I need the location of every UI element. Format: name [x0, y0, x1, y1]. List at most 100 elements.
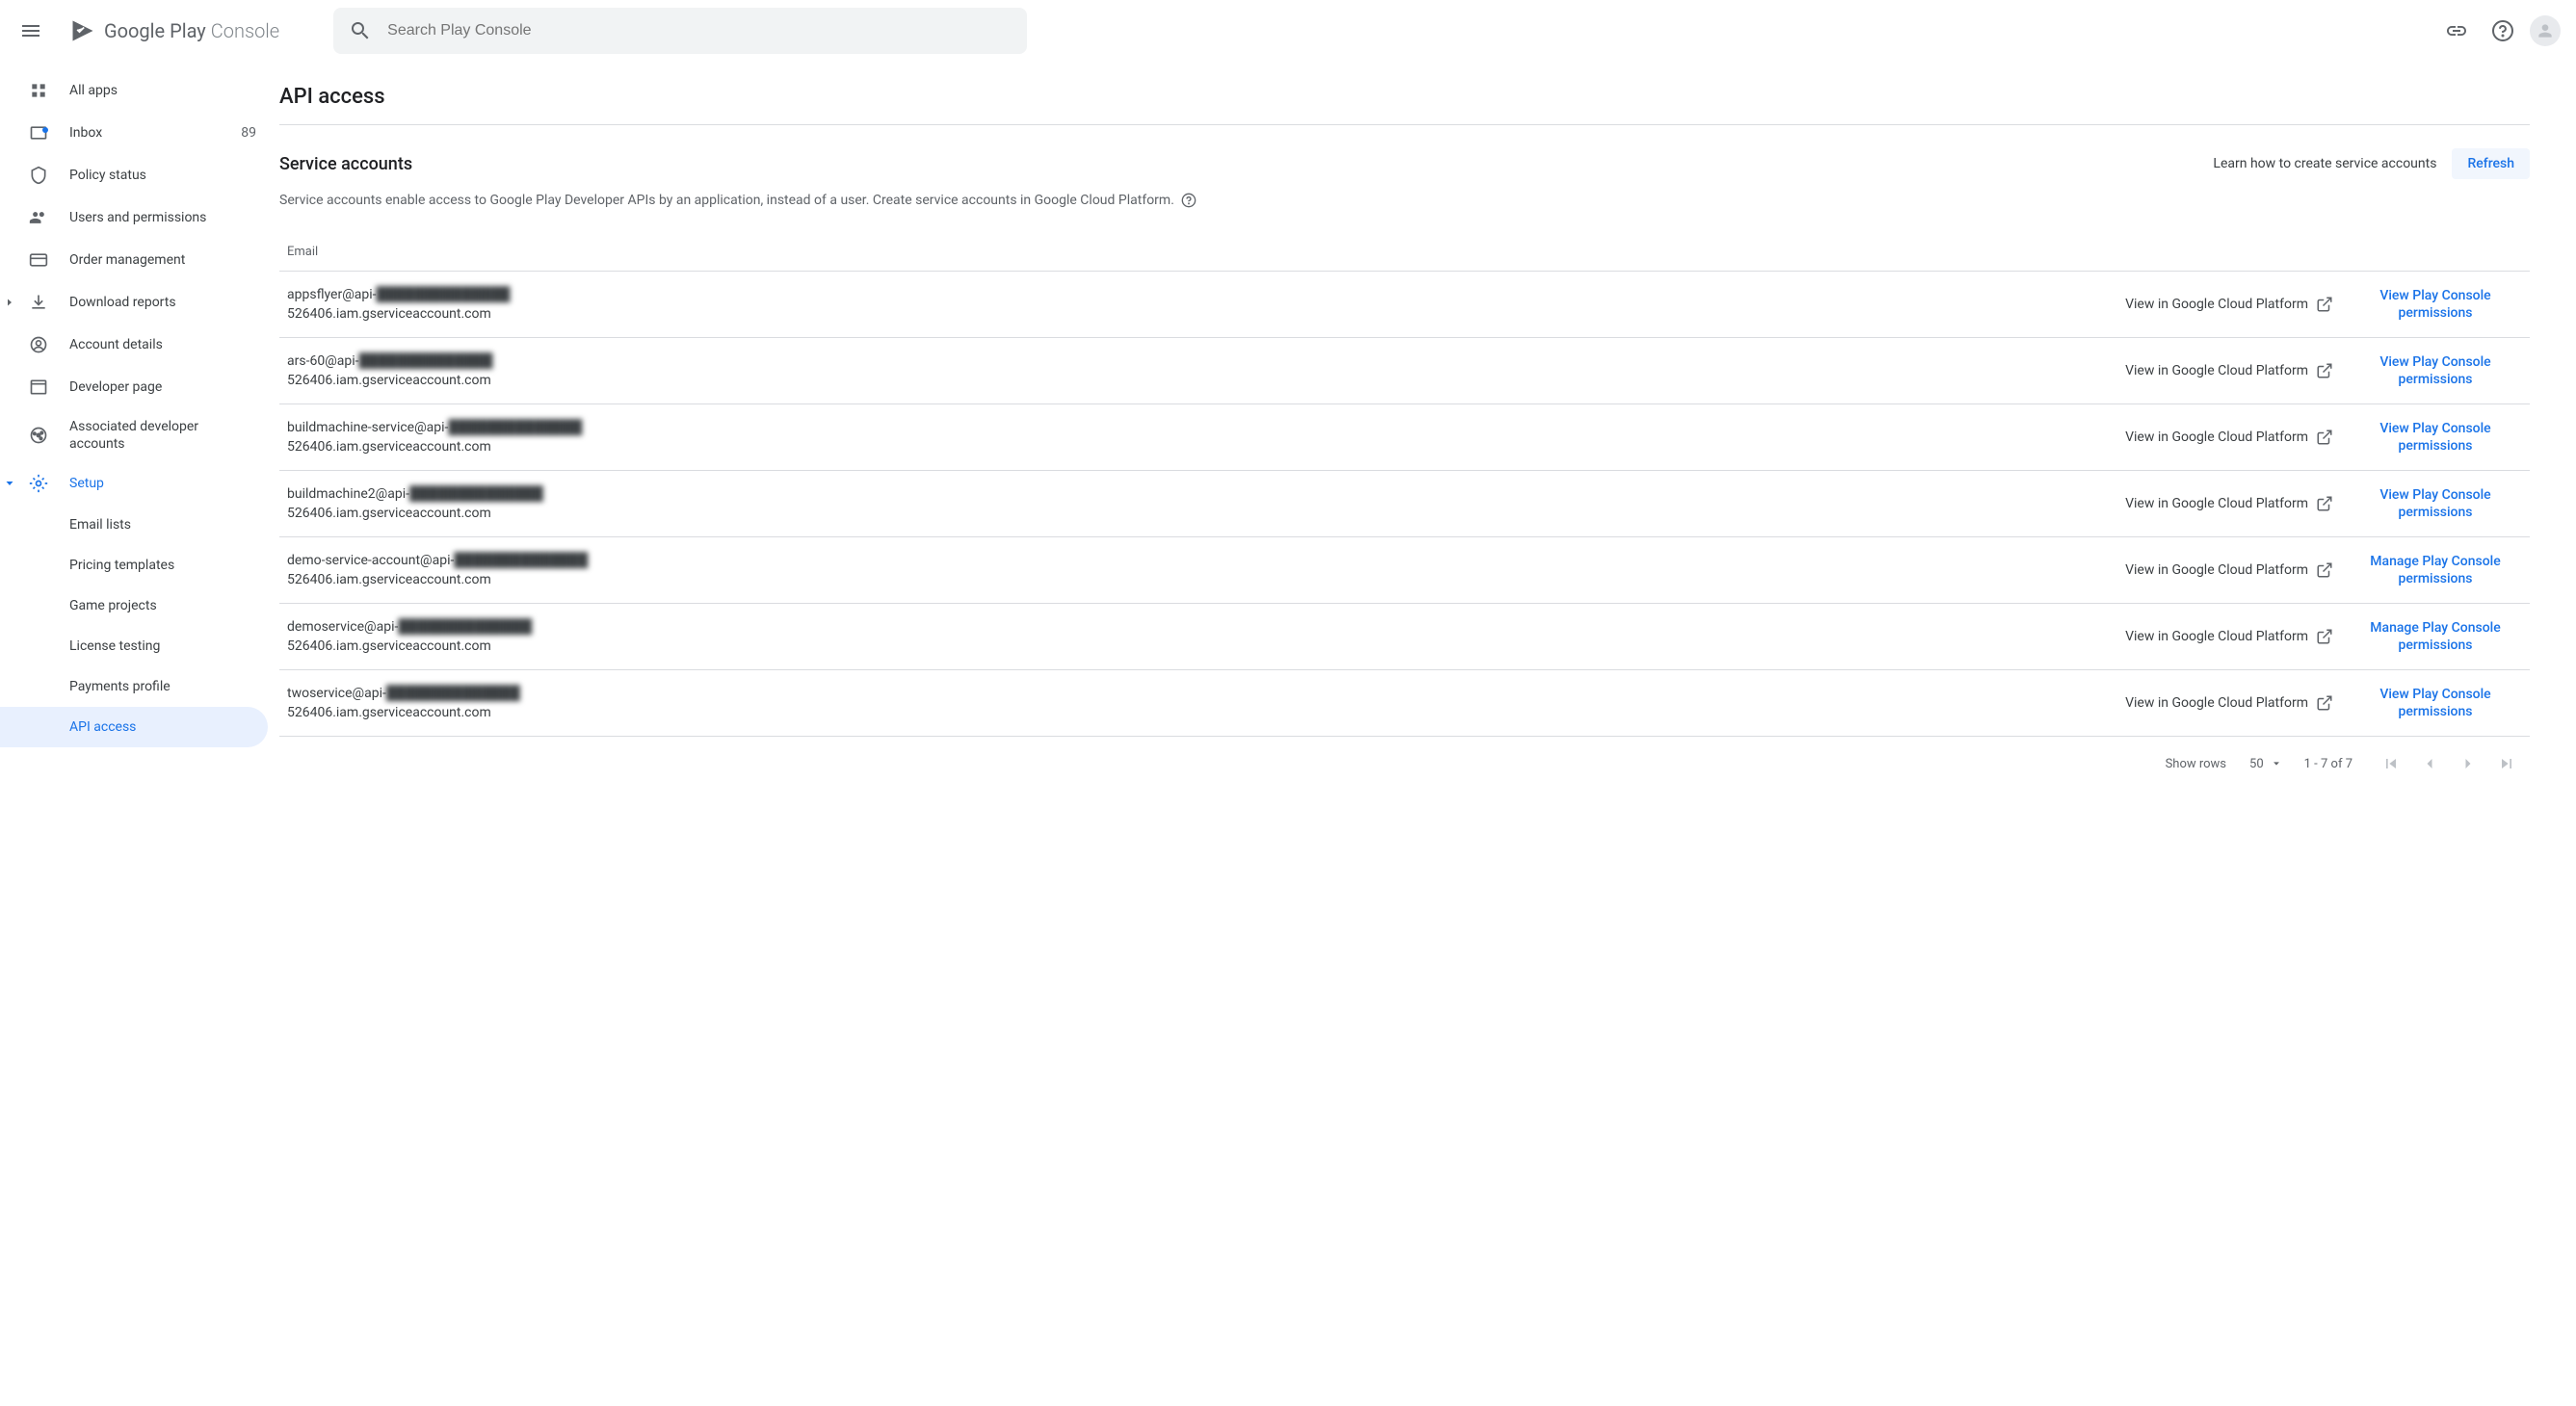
gear-icon — [27, 472, 50, 495]
grid-icon — [27, 79, 50, 102]
page-title: API access — [279, 85, 2530, 125]
sidebar-label: License testing — [69, 638, 160, 654]
table-header-email: Email — [279, 233, 2530, 272]
hamburger-icon — [19, 19, 42, 42]
sidebar-label: Inbox — [69, 125, 222, 141]
dropdown-icon — [2272, 759, 2281, 768]
sidebar-label: Account details — [69, 337, 256, 352]
sidebar-label: API access — [69, 719, 136, 735]
permissions-link[interactable]: View Play Console permissions — [2349, 287, 2522, 322]
table-row: appsflyer@api-██████████████ 526406.iam.… — [279, 272, 2530, 338]
inbox-icon — [27, 121, 50, 144]
view-gcp-link[interactable]: View in Google Cloud Platform — [2125, 628, 2333, 645]
sidebar-label: Policy status — [69, 168, 256, 183]
search-icon — [349, 19, 372, 42]
open-external-icon — [2316, 694, 2333, 712]
permissions-link[interactable]: Manage Play Console permissions — [2349, 553, 2522, 587]
chevron-right-icon — [2458, 754, 2478, 773]
learn-link[interactable]: Learn how to create service accounts — [2213, 156, 2436, 171]
view-gcp-link[interactable]: View in Google Cloud Platform — [2125, 561, 2333, 579]
play-console-icon — [69, 17, 96, 44]
logo-text: Google Play Console — [104, 19, 279, 42]
last-page-button[interactable] — [2491, 748, 2522, 779]
avatar[interactable] — [2530, 15, 2561, 46]
shield-icon — [27, 164, 50, 187]
sidebar-label: Users and permissions — [69, 210, 256, 225]
sidebar-item-users[interactable]: Users and permissions — [0, 196, 268, 239]
view-gcp-link[interactable]: View in Google Cloud Platform — [2125, 296, 2333, 313]
email-cell: twoservice@api-██████████████ 526406.iam… — [287, 684, 2110, 722]
main-content: API access Service accounts Learn how to… — [279, 62, 2576, 1406]
view-gcp-link[interactable]: View in Google Cloud Platform — [2125, 694, 2333, 712]
email-cell: demo-service-account@api-██████████████ … — [287, 551, 2110, 589]
card-icon — [27, 248, 50, 272]
table-row: demo-service-account@api-██████████████ … — [279, 537, 2530, 604]
sidebar-sub-email-lists[interactable]: Email lists — [0, 505, 268, 545]
search-input[interactable] — [387, 22, 1012, 39]
sidebar-sub-api-access[interactable]: API access — [0, 707, 268, 747]
header: Google Play Console — [0, 0, 2576, 62]
account-icon — [27, 333, 50, 356]
link-button[interactable] — [2437, 12, 2476, 50]
rows-per-page-select[interactable]: 50 — [2249, 757, 2281, 771]
person-icon — [2536, 21, 2555, 40]
network-icon — [27, 424, 50, 447]
sidebar-label: Developer page — [69, 379, 256, 395]
table-row: ars-60@api-██████████████ 526406.iam.gse… — [279, 338, 2530, 404]
permissions-link[interactable]: View Play Console permissions — [2349, 420, 2522, 455]
menu-button[interactable] — [8, 8, 54, 54]
help-tooltip-icon[interactable] — [1181, 193, 1196, 208]
permissions-link[interactable]: Manage Play Console permissions — [2349, 619, 2522, 654]
sidebar-label: Payments profile — [69, 679, 171, 694]
sidebar-item-associated[interactable]: Associated developer accounts — [0, 408, 268, 462]
email-cell: ars-60@api-██████████████ 526406.iam.gse… — [287, 352, 2110, 390]
sidebar-label: Associated developer accounts — [69, 418, 256, 453]
sidebar-label: Order management — [69, 252, 256, 268]
sidebar: All apps Inbox 89 Policy status Users an… — [0, 62, 279, 1406]
sidebar-sub-game-projects[interactable]: Game projects — [0, 586, 268, 626]
email-cell: buildmachine2@api-██████████████ 526406.… — [287, 484, 2110, 523]
table-row: demoservice@api-██████████████ 526406.ia… — [279, 604, 2530, 670]
email-cell: buildmachine-service@api-██████████████ … — [287, 418, 2110, 456]
open-external-icon — [2316, 628, 2333, 645]
view-gcp-link[interactable]: View in Google Cloud Platform — [2125, 362, 2333, 379]
download-icon — [27, 291, 50, 314]
sidebar-item-setup[interactable]: Setup — [0, 462, 268, 505]
link-icon — [2445, 19, 2468, 42]
first-page-button[interactable] — [2376, 748, 2406, 779]
refresh-button[interactable]: Refresh — [2452, 148, 2530, 179]
sidebar-item-inbox[interactable]: Inbox 89 — [0, 112, 268, 154]
search-box[interactable] — [333, 8, 1027, 54]
prev-page-button[interactable] — [2414, 748, 2445, 779]
sidebar-sub-pricing[interactable]: Pricing templates — [0, 545, 268, 586]
view-gcp-link[interactable]: View in Google Cloud Platform — [2125, 495, 2333, 512]
sidebar-item-account[interactable]: Account details — [0, 324, 268, 366]
permissions-link[interactable]: View Play Console permissions — [2349, 353, 2522, 388]
logo[interactable]: Google Play Console — [62, 17, 287, 44]
email-cell: demoservice@api-██████████████ 526406.ia… — [287, 617, 2110, 656]
permissions-link[interactable]: View Play Console permissions — [2349, 486, 2522, 521]
users-icon — [27, 206, 50, 229]
sidebar-item-orders[interactable]: Order management — [0, 239, 268, 281]
sidebar-label: Download reports — [69, 295, 256, 310]
view-gcp-link[interactable]: View in Google Cloud Platform — [2125, 429, 2333, 446]
sidebar-label: Game projects — [69, 598, 157, 613]
sidebar-sub-payments[interactable]: Payments profile — [0, 666, 268, 707]
open-external-icon — [2316, 429, 2333, 446]
page-info: 1 - 7 of 7 — [2304, 757, 2353, 771]
sidebar-item-devpage[interactable]: Developer page — [0, 366, 268, 408]
sidebar-sub-license[interactable]: License testing — [0, 626, 268, 666]
chevron-down-icon — [4, 478, 15, 489]
show-rows-label: Show rows — [2166, 757, 2226, 771]
sidebar-item-downloads[interactable]: Download reports — [0, 281, 268, 324]
section-title: Service accounts — [279, 154, 2213, 174]
paginator: Show rows 50 1 - 7 of 7 — [279, 737, 2530, 791]
page-icon — [27, 376, 50, 399]
inbox-count: 89 — [241, 125, 256, 141]
email-cell: appsflyer@api-██████████████ 526406.iam.… — [287, 285, 2110, 324]
sidebar-item-all-apps[interactable]: All apps — [0, 69, 268, 112]
help-button[interactable] — [2484, 12, 2522, 50]
sidebar-item-policy[interactable]: Policy status — [0, 154, 268, 196]
permissions-link[interactable]: View Play Console permissions — [2349, 686, 2522, 720]
next-page-button[interactable] — [2453, 748, 2484, 779]
